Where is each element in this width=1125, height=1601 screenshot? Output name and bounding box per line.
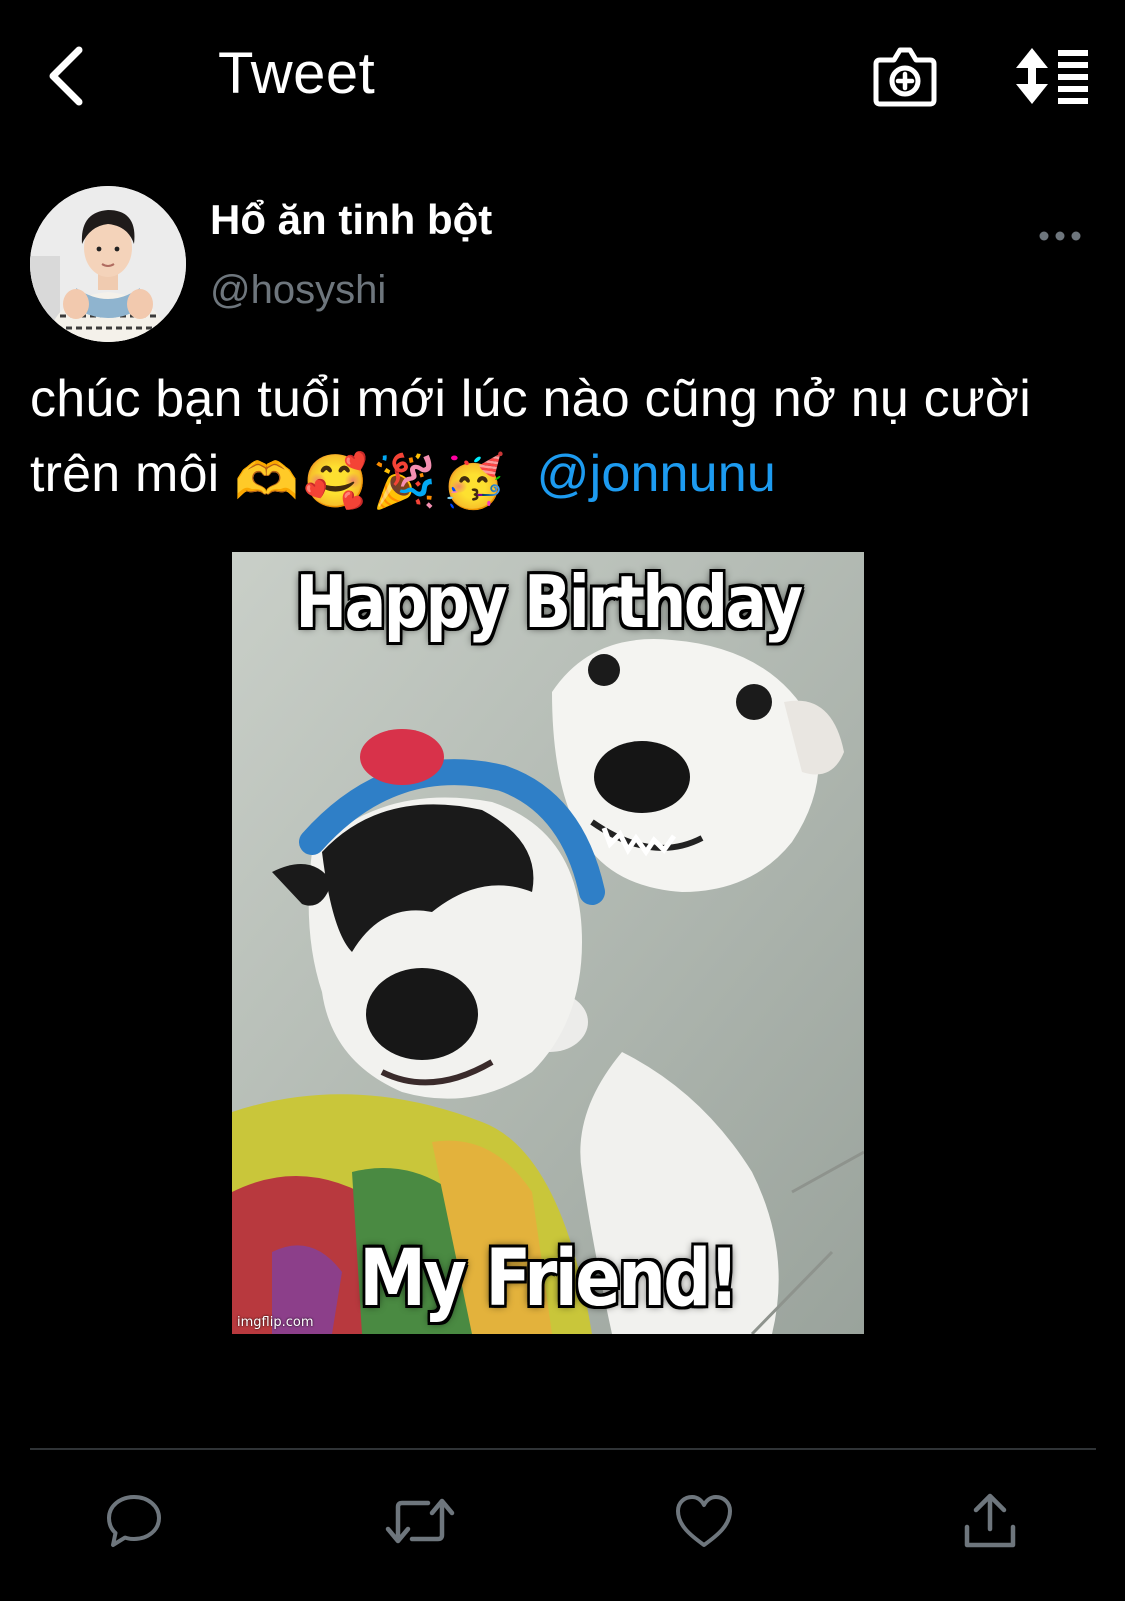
tweet-text-line-1: chúc bạn tuổi mới lúc nào cũng nở nụ cườ…	[30, 370, 1031, 428]
heart-icon	[676, 1495, 732, 1547]
camera-button[interactable]	[872, 44, 938, 108]
divider	[30, 1448, 1096, 1450]
more-dots-icon	[1039, 231, 1081, 241]
tweet-media-image[interactable]: Happy Birthday My Friend! imgflip.com	[232, 552, 864, 1334]
meme-bottom-caption: My Friend!	[359, 1234, 739, 1324]
camera-plus-icon	[873, 47, 937, 107]
more-options-button[interactable]	[1036, 216, 1088, 256]
share-button[interactable]	[952, 1488, 1028, 1554]
reply-button[interactable]	[96, 1488, 172, 1554]
page-title: Tweet	[218, 41, 376, 106]
tweet-text: chúc bạn tuổi mới lúc nào cũng nở nụ cườ…	[30, 362, 1110, 520]
author-display-name[interactable]: Hổ ăn tinh bột	[210, 196, 492, 244]
reply-icon	[107, 1495, 161, 1547]
avatar[interactable]	[30, 186, 186, 342]
avatar-photo	[30, 186, 186, 342]
smiling-face-with-hearts-emoji: 🥰	[303, 453, 369, 511]
top-bar: Tweet	[0, 0, 1125, 160]
meme-top-caption: Happy Birthday	[295, 560, 803, 644]
retweet-button[interactable]	[382, 1488, 458, 1554]
chevron-left-icon	[49, 46, 83, 106]
partying-face-emoji: 🥳	[440, 453, 506, 511]
heart-hands-emoji: 🫶	[234, 453, 300, 511]
share-upload-icon	[964, 1493, 1016, 1548]
imgflip-watermark: imgflip.com	[237, 1315, 314, 1330]
sort-button[interactable]	[1014, 46, 1090, 106]
retweet-icon	[385, 1498, 455, 1544]
like-button[interactable]	[666, 1488, 742, 1554]
meme-photo	[232, 552, 864, 1334]
author-handle[interactable]: @hosyshi	[210, 268, 386, 313]
mention-link[interactable]: @jonnunu	[537, 445, 776, 503]
sort-list-icon	[1016, 48, 1088, 104]
tweet-text-line-2-prefix: trên môi	[30, 445, 220, 503]
party-popper-emoji: 🎉	[372, 453, 437, 511]
back-button[interactable]	[30, 36, 100, 116]
tweet-text-line-2: trên môi 🫶🥰🎉🥳 @jonnunu	[30, 437, 1110, 520]
